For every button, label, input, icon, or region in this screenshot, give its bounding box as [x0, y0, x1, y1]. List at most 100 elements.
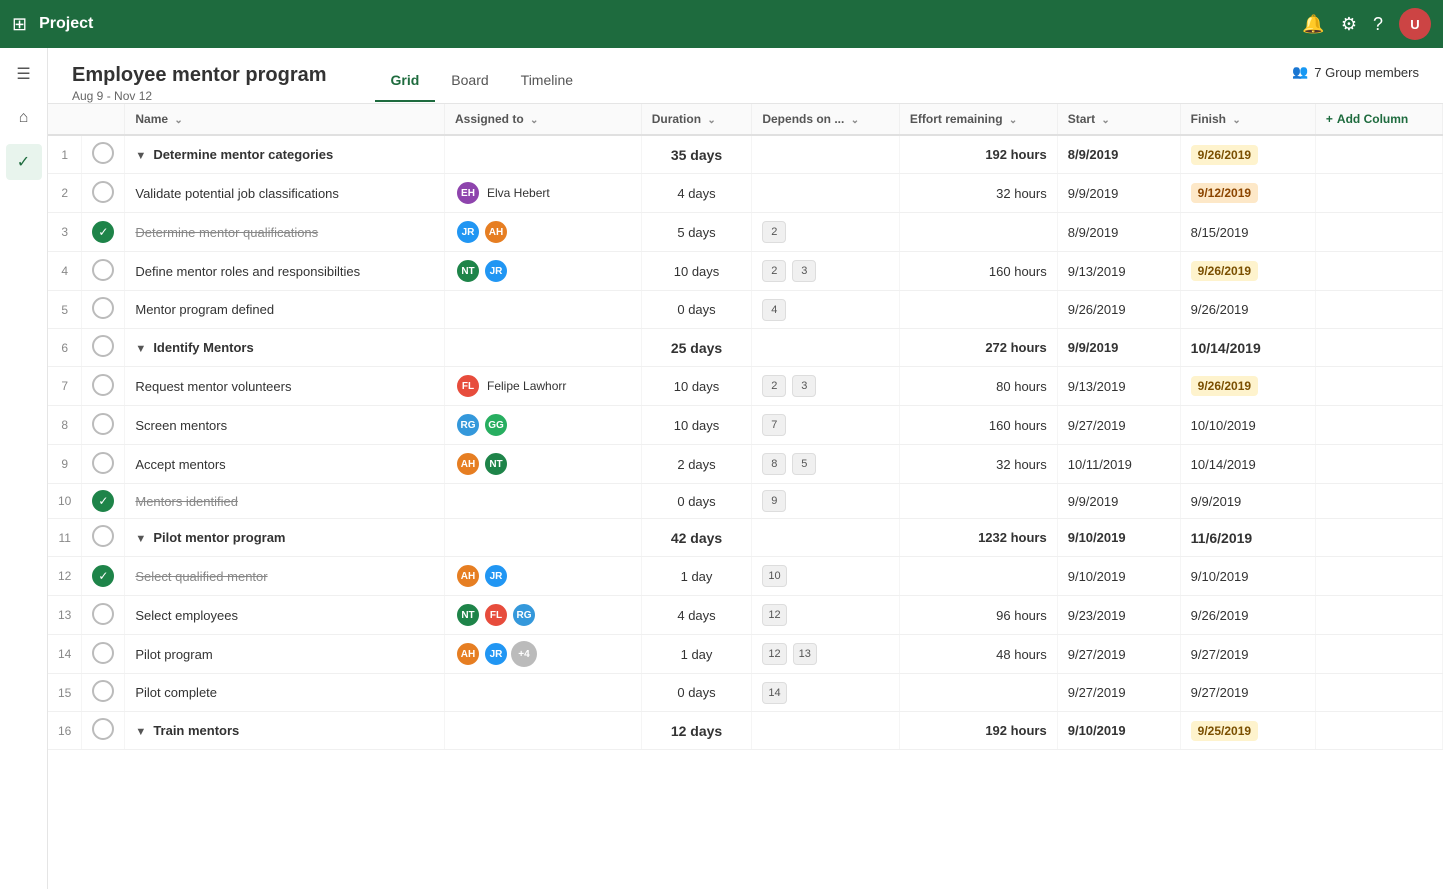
- depends-sort-icon: ⌄: [851, 115, 859, 126]
- col-depends[interactable]: Depends on ... ⌄: [752, 104, 900, 135]
- task-name-cell[interactable]: Select qualified mentor: [125, 557, 445, 596]
- duration-cell: 42 days: [641, 519, 752, 557]
- row-checkbox[interactable]: [82, 674, 125, 712]
- row-checkbox[interactable]: [82, 596, 125, 635]
- task-name-cell[interactable]: Validate potential job classifications: [125, 174, 445, 213]
- done-check[interactable]: ✓: [92, 565, 114, 587]
- help-icon[interactable]: ?: [1373, 14, 1383, 35]
- task-name-cell[interactable]: Request mentor volunteers: [125, 367, 445, 406]
- dep-badge: 3: [792, 260, 816, 282]
- start-cell: 9/10/2019: [1057, 712, 1180, 750]
- col-assigned[interactable]: Assigned to ⌄: [445, 104, 642, 135]
- row-checkbox[interactable]: [82, 329, 125, 367]
- effort-cell: 160 hours: [899, 406, 1057, 445]
- col-effort[interactable]: Effort remaining ⌄: [899, 104, 1057, 135]
- col-finish[interactable]: Finish ⌄: [1180, 104, 1315, 135]
- row-checkbox[interactable]: [82, 445, 125, 484]
- row-checkbox[interactable]: [82, 174, 125, 213]
- empty-check[interactable]: [92, 718, 114, 740]
- sidebar-item-menu[interactable]: ☰: [6, 56, 42, 92]
- task-name-cell[interactable]: ▼ Identify Mentors: [125, 329, 445, 367]
- col-duration[interactable]: Duration ⌄: [641, 104, 752, 135]
- collapse-icon[interactable]: ▼: [135, 343, 149, 355]
- settings-icon[interactable]: ⚙: [1341, 14, 1357, 35]
- task-name-cell[interactable]: Mentor program defined: [125, 291, 445, 329]
- collapse-icon[interactable]: ▼: [135, 726, 149, 738]
- col-num: [48, 104, 82, 135]
- row-checkbox[interactable]: ✓: [82, 484, 125, 519]
- waffle-icon[interactable]: ⊞: [12, 14, 27, 35]
- col-start[interactable]: Start ⌄: [1057, 104, 1180, 135]
- row-checkbox[interactable]: [82, 712, 125, 750]
- row-checkbox[interactable]: [82, 252, 125, 291]
- col-name[interactable]: Name ⌄: [125, 104, 445, 135]
- task-name-cell[interactable]: Screen mentors: [125, 406, 445, 445]
- empty-check[interactable]: [92, 413, 114, 435]
- avatar-group: NTJR: [455, 258, 631, 284]
- empty-check[interactable]: [92, 642, 114, 664]
- row-checkbox[interactable]: [82, 367, 125, 406]
- empty-check[interactable]: [92, 374, 114, 396]
- empty-check[interactable]: [92, 297, 114, 319]
- task-name-cell[interactable]: Pilot program: [125, 635, 445, 674]
- row-number: 6: [48, 329, 82, 367]
- avatar: FL: [483, 602, 509, 628]
- table-row: 1▼ Determine mentor categories35 days192…: [48, 135, 1443, 174]
- task-name-cell[interactable]: Accept mentors: [125, 445, 445, 484]
- tab-timeline[interactable]: Timeline: [505, 64, 589, 102]
- task-name-cell[interactable]: ▼ Train mentors: [125, 712, 445, 750]
- group-members-button[interactable]: 👥 7 Group members: [1292, 64, 1419, 92]
- row-checkbox[interactable]: [82, 406, 125, 445]
- empty-check[interactable]: [92, 181, 114, 203]
- tab-grid[interactable]: Grid: [375, 64, 436, 102]
- done-check[interactable]: ✓: [92, 490, 114, 512]
- sidebar-item-home[interactable]: ⌂: [6, 100, 42, 136]
- assigned-cell: AHJR: [445, 557, 642, 596]
- empty-check[interactable]: [92, 452, 114, 474]
- row-checkbox[interactable]: [82, 135, 125, 174]
- effort-label: 80 hours: [996, 379, 1047, 394]
- avatar-group: JRAH: [455, 219, 631, 245]
- row-checkbox[interactable]: [82, 291, 125, 329]
- done-check[interactable]: ✓: [92, 221, 114, 243]
- empty-check[interactable]: [92, 142, 114, 164]
- sidebar-item-tasks[interactable]: ✓: [6, 144, 42, 180]
- depends-cell: [752, 329, 900, 367]
- table-row: 5Mentor program defined0 days49/26/20199…: [48, 291, 1443, 329]
- empty-check[interactable]: [92, 603, 114, 625]
- task-name-cell[interactable]: ▼ Determine mentor categories: [125, 135, 445, 174]
- finish-cell: 9/27/2019: [1180, 635, 1315, 674]
- task-name-cell[interactable]: Determine mentor qualifications: [125, 213, 445, 252]
- avatar: NT: [483, 451, 509, 477]
- avatar: FL: [455, 373, 481, 399]
- task-name-cell[interactable]: ▼ Pilot mentor program: [125, 519, 445, 557]
- empty-check[interactable]: [92, 335, 114, 357]
- dep-badge: 5: [792, 453, 816, 475]
- collapse-icon[interactable]: ▼: [135, 533, 149, 545]
- row-number: 13: [48, 596, 82, 635]
- empty-check[interactable]: [92, 680, 114, 702]
- finish-sort-icon: ⌄: [1232, 115, 1240, 126]
- row-checkbox[interactable]: ✓: [82, 557, 125, 596]
- row-checkbox[interactable]: [82, 635, 125, 674]
- start-date: 8/9/2019: [1068, 225, 1119, 240]
- user-avatar[interactable]: U: [1399, 8, 1431, 40]
- add-column-button[interactable]: + Add Column: [1326, 112, 1432, 126]
- task-name-cell[interactable]: Define mentor roles and responsibilties: [125, 252, 445, 291]
- task-name-cell[interactable]: Mentors identified: [125, 484, 445, 519]
- col-add[interactable]: + Add Column: [1315, 104, 1442, 135]
- row-checkbox[interactable]: [82, 519, 125, 557]
- notifications-icon[interactable]: 🔔: [1302, 14, 1324, 35]
- task-name-cell[interactable]: Pilot complete: [125, 674, 445, 712]
- task-name-label: Pilot mentor program: [153, 530, 285, 545]
- collapse-icon[interactable]: ▼: [135, 150, 149, 162]
- row-checkbox[interactable]: ✓: [82, 213, 125, 252]
- tab-board[interactable]: Board: [435, 64, 504, 102]
- extra-cell: [1315, 213, 1442, 252]
- duration-label: 35 days: [671, 147, 722, 163]
- start-cell: 9/9/2019: [1057, 329, 1180, 367]
- depends-badges: 1213: [762, 643, 889, 665]
- empty-check[interactable]: [92, 525, 114, 547]
- empty-check[interactable]: [92, 259, 114, 281]
- task-name-cell[interactable]: Select employees: [125, 596, 445, 635]
